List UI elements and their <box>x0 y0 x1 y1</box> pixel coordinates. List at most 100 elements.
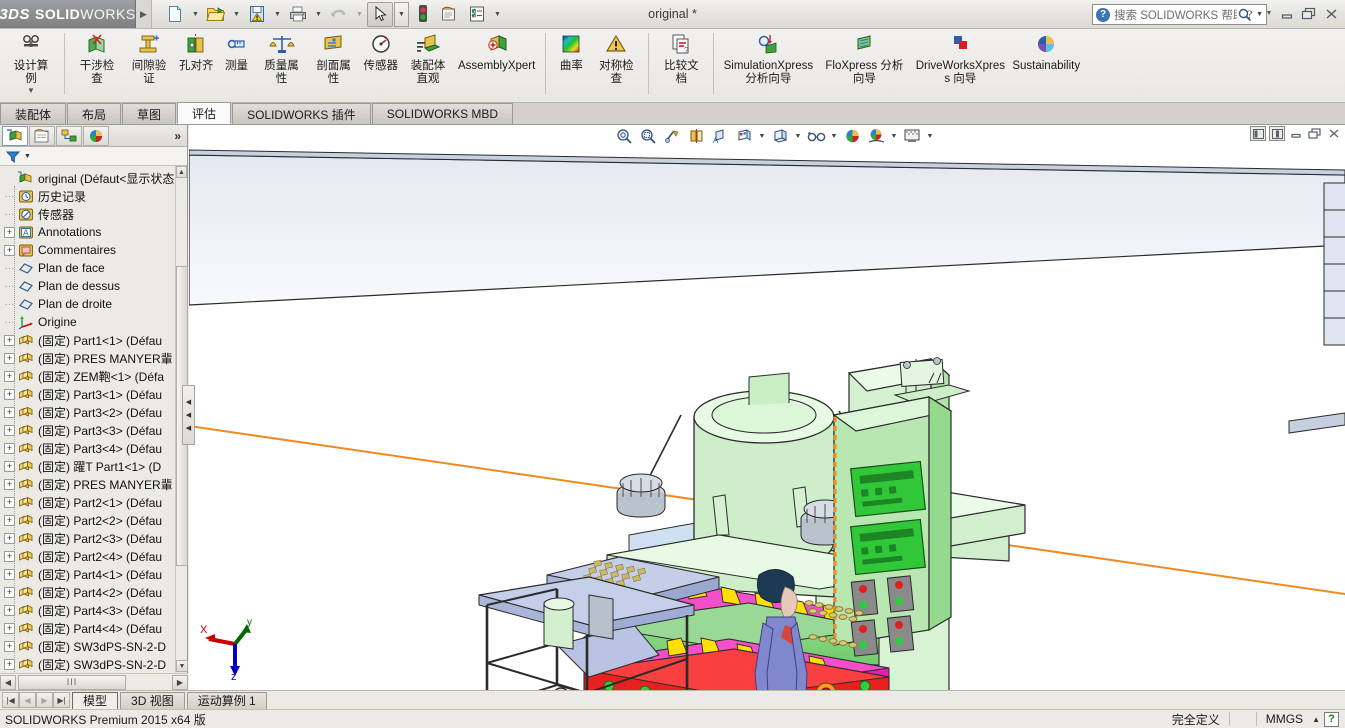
last-tab-button[interactable]: ▶| <box>53 692 70 708</box>
display-style-button[interactable] <box>733 126 755 146</box>
section-view-button[interactable] <box>685 126 707 146</box>
tree-plan-de-droite[interactable]: ···Plan de droite <box>0 295 187 313</box>
ribbon-button-compare-documents[interactable]: ? 比较文档 <box>655 29 707 85</box>
apply-scene-dropdown-icon[interactable]: ▼ <box>889 126 899 146</box>
prev-tab-button[interactable]: ◀ <box>19 692 36 708</box>
tree-part3-1[interactable]: +(固定) Part3<1> (Défau <box>0 385 187 403</box>
tree-part2-3[interactable]: +(固定) Part2<3> (Défau <box>0 529 187 547</box>
tree-part2-2[interactable]: +(固定) Part2<2> (Défau <box>0 511 187 529</box>
hscroll-left-arrow-icon[interactable]: ◀ <box>0 675 16 690</box>
model-3d-scene[interactable] <box>189 125 1345 690</box>
property-manager-tab[interactable] <box>29 126 55 146</box>
tree-part3-3[interactable]: +(固定) Part3<3> (Défau <box>0 421 187 439</box>
select-tool-dropdown-icon[interactable]: ▼ <box>394 2 409 27</box>
bottom-tab-motion-study[interactable]: 运动算例 1 <box>187 692 267 709</box>
status-units-caret-icon[interactable]: ▲ <box>1312 715 1320 724</box>
tree-root[interactable]: original (Défaut<显示状态 <box>0 169 187 187</box>
document-properties-dropdown-icon[interactable]: ▼ <box>491 2 504 27</box>
ribbon-button-sustainability[interactable]: Sustainability <box>1008 29 1084 73</box>
tree-part4-4[interactable]: +(固定) Part4<4> (Défau <box>0 619 187 637</box>
ribbon-button-assemblyxpert[interactable]: AssemblyXpert <box>454 29 539 73</box>
hscroll-thumb[interactable]: III <box>18 675 126 690</box>
tree-part1-1[interactable]: +(固定) Part1<1> (Défau <box>0 331 187 349</box>
tree-pres-manyer-2[interactable]: +(固定) PRES MANYER輩 <box>0 475 187 493</box>
apply-scene-2-button[interactable] <box>865 126 887 146</box>
ribbon-button-clearance-verification[interactable]: 间隙验证 <box>123 29 175 85</box>
panel-more-button[interactable]: » <box>174 129 187 143</box>
ribbon-button-simulationxpress[interactable]: SimulationXpress 分析向导 <box>720 29 816 85</box>
restore-view-button[interactable] <box>1307 126 1323 141</box>
view-orientation-button[interactable]: A <box>709 126 731 146</box>
hscroll-right-arrow-icon[interactable]: ▶ <box>172 675 188 690</box>
ribbon-button-driveworksxpress[interactable]: DriveWorksXpress 向导 <box>912 29 1008 85</box>
ribbon-button-hole-alignment[interactable]: 孔对齐 <box>175 29 218 73</box>
tree-history[interactable]: ···历史记录 <box>0 187 187 205</box>
tree-sw3dps-2[interactable]: +(固定) SW3dPS-SN-2-D <box>0 655 187 673</box>
hide-show-items-dropdown-icon[interactable]: ▼ <box>793 126 803 146</box>
tree-plan-de-face[interactable]: ···Plan de face <box>0 259 187 277</box>
status-units[interactable]: MMGS <box>1257 710 1312 728</box>
tab-solidworks-mbd[interactable]: SOLIDWORKS MBD <box>372 103 513 124</box>
apply-scene-button[interactable] <box>841 126 863 146</box>
tree-filter-bar[interactable]: ▼ <box>0 147 187 166</box>
help-dropdown-icon[interactable]: ▼ <box>1263 3 1275 24</box>
tree-comments[interactable]: +Commentaires <box>0 241 187 259</box>
restore-button[interactable] <box>1299 3 1319 24</box>
tree-part4-3[interactable]: +(固定) Part4<3> (Défau <box>0 601 187 619</box>
previous-view-button[interactable] <box>661 126 683 146</box>
status-help-badge[interactable]: ? <box>1324 712 1339 727</box>
tree-horizontal-scrollbar[interactable]: ◀ III ▶ <box>0 673 188 690</box>
ribbon-button-assembly-visualization[interactable]: 装配体直观 <box>402 29 454 85</box>
tree-sensors[interactable]: ···传感器 <box>0 205 187 223</box>
undo-dropdown-icon[interactable]: ▼ <box>353 2 366 27</box>
filter-dropdown-icon[interactable]: ▼ <box>24 153 31 160</box>
print-document-dropdown-icon[interactable]: ▼ <box>312 2 325 27</box>
print-document-button[interactable] <box>285 2 311 27</box>
split-vertical-button[interactable] <box>1250 126 1266 141</box>
tree-part4-1[interactable]: +(固定) Part4<1> (Défau <box>0 565 187 583</box>
tree-sw3dps-1[interactable]: +(固定) SW3dPS-SN-2-D <box>0 637 187 655</box>
rebuild-button[interactable] <box>410 2 436 27</box>
ribbon-button-mass-properties[interactable]: 质量属性 <box>256 29 308 85</box>
feature-tree[interactable]: original (Défaut<显示状态···历史记录···传感器+AAnno… <box>0 166 187 690</box>
tree-part3-2[interactable]: +(固定) Part3<2> (Défau <box>0 403 187 421</box>
display-style-dropdown-icon[interactable]: ▼ <box>757 126 767 146</box>
ribbon-button-curvature[interactable]: 曲率 <box>552 29 590 73</box>
save-document-button[interactable] <box>244 2 270 27</box>
hide-show-items-button[interactable] <box>769 126 791 146</box>
ribbon-button-sensor[interactable]: 传感器 <box>360 29 403 73</box>
tab-layout[interactable]: 布局 <box>67 103 121 124</box>
minimize-button[interactable] <box>1277 3 1297 24</box>
ribbon-button-design-study[interactable]: 设计算例 ▼ <box>4 29 58 95</box>
bottom-tab-model[interactable]: 模型 <box>72 692 118 709</box>
select-tool-button[interactable] <box>367 2 393 27</box>
graphics-viewport[interactable]: A ▼ ▼ <box>189 125 1345 690</box>
view-settings-button[interactable] <box>901 126 923 146</box>
edit-appearance-dropdown-icon[interactable]: ▼ <box>829 126 839 146</box>
scroll-up-arrow-icon[interactable]: ▲ <box>176 166 187 178</box>
tree-t-part1-1[interactable]: +(固定) 躍T Part1<1> (D <box>0 457 187 475</box>
zoom-to-fit-button[interactable] <box>613 126 635 146</box>
ribbon-button-interference-detection[interactable]: 干涉检查 <box>71 29 123 85</box>
tree-part2-1[interactable]: +(固定) Part2<1> (Défau <box>0 493 187 511</box>
ribbon-button-floxpress[interactable]: FloXpress 分析向导 <box>816 29 912 85</box>
ribbon-button-section-properties[interactable]: 剖面属性 <box>308 29 360 85</box>
tab-assembly[interactable]: 装配体 <box>0 103 66 124</box>
options-button[interactable] <box>437 2 463 27</box>
open-document-dropdown-icon[interactable]: ▼ <box>230 2 243 27</box>
tree-part4-2[interactable]: +(固定) Part4<2> (Défau <box>0 583 187 601</box>
help-button[interactable]: ? <box>1241 3 1261 24</box>
edit-appearance-button[interactable] <box>805 126 827 146</box>
ribbon-button-measure[interactable]: 测量 <box>218 29 256 73</box>
new-document-button[interactable] <box>162 2 188 27</box>
next-tab-button[interactable]: ▶ <box>36 692 53 708</box>
tree-part3-4[interactable]: +(固定) Part3<4> (Défau <box>0 439 187 457</box>
tab-evaluate[interactable]: 评估 <box>177 102 231 124</box>
tree-zem-1[interactable]: +(固定) ZEM鞄<1> (Défa <box>0 367 187 385</box>
tree-annotations[interactable]: +AAnnotations <box>0 223 187 241</box>
undo-button[interactable] <box>326 2 352 27</box>
feature-manager-tab[interactable] <box>2 126 28 146</box>
panel-splitter[interactable]: ◀ ◀ ◀ <box>182 385 195 445</box>
open-document-button[interactable] <box>203 2 229 27</box>
menu-expand-arrow-icon[interactable]: ▶ <box>136 0 152 28</box>
